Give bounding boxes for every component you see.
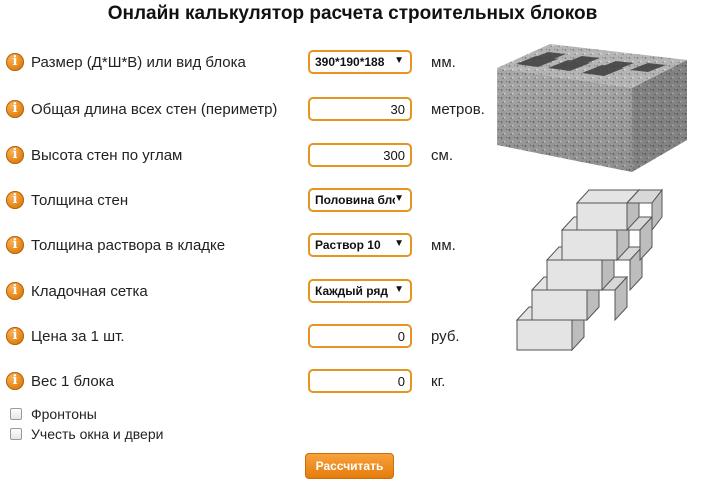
wall-thickness-label: Толщина стен xyxy=(31,192,129,209)
price-label: Цена за 1 шт. xyxy=(31,328,125,345)
block-size-value: 390*190*188 xyxy=(315,55,385,69)
windows-doors-checkbox[interactable] xyxy=(10,428,22,440)
gables-checkbox[interactable] xyxy=(10,408,22,420)
weight-field-box xyxy=(308,369,412,393)
block-size-select[interactable]: 390*190*188 ▼ xyxy=(308,50,412,74)
page-title: Онлайн калькулятор расчета строительных … xyxy=(107,3,598,24)
wall-height-field-box xyxy=(308,143,412,167)
block-size-label: Размер (Д*Ш*В) или вид блока xyxy=(31,54,246,71)
wall-height-unit: см. xyxy=(431,147,453,164)
chevron-down-icon: ▼ xyxy=(394,284,404,295)
weight-input[interactable] xyxy=(310,371,410,391)
info-icon[interactable]: i xyxy=(6,100,24,118)
weight-unit: кг. xyxy=(431,373,446,390)
row-price: i Цена за 1 шт. руб. xyxy=(6,324,506,352)
price-input[interactable] xyxy=(310,326,410,346)
mortar-thickness-unit: мм. xyxy=(431,237,456,254)
concrete-block-image xyxy=(497,44,687,172)
block-wall-image xyxy=(515,188,664,352)
mortar-thickness-label: Толщина раствора в кладке xyxy=(31,237,226,254)
wall-height-input[interactable] xyxy=(310,145,410,165)
price-field-box xyxy=(308,324,412,348)
windows-doors-option: Учесть окна и двери xyxy=(10,426,310,444)
masonry-mesh-value: Каждый ряд xyxy=(315,284,389,298)
row-block-size: i Размер (Д*Ш*В) или вид блока 390*190*1… xyxy=(6,50,506,78)
perimeter-unit: метров. xyxy=(431,101,485,118)
price-unit: руб. xyxy=(431,328,460,345)
chevron-down-icon: ▼ xyxy=(394,238,404,249)
wall-thickness-value: Половина блока xyxy=(315,193,395,207)
block-size-unit: мм. xyxy=(431,54,456,71)
row-wall-thickness: i Толщина стен Половина блока ▼ xyxy=(6,188,506,216)
gables-label[interactable]: Фронтоны xyxy=(31,406,97,422)
wall-thickness-select[interactable]: Половина блока ▼ xyxy=(308,188,412,212)
perimeter-field-box xyxy=(308,97,412,121)
info-icon[interactable]: i xyxy=(6,53,24,71)
perimeter-label: Общая длина всех стен (периметр) xyxy=(31,101,278,118)
mortar-thickness-value: Раствор 10 xyxy=(315,238,381,252)
row-weight: i Вес 1 блока кг. xyxy=(6,369,506,397)
info-icon[interactable]: i xyxy=(6,327,24,345)
row-perimeter: i Общая длина всех стен (периметр) метро… xyxy=(6,97,506,125)
row-masonry-mesh: i Кладочная сетка Каждый ряд ▼ xyxy=(6,279,506,307)
row-mortar-thickness: i Толщина раствора в кладке Раствор 10 ▼… xyxy=(6,233,506,261)
info-icon[interactable]: i xyxy=(6,236,24,254)
masonry-mesh-select[interactable]: Каждый ряд ▼ xyxy=(308,279,412,303)
gables-option: Фронтоны xyxy=(10,406,310,424)
weight-label: Вес 1 блока xyxy=(31,373,114,390)
info-icon[interactable]: i xyxy=(6,372,24,390)
mortar-thickness-select[interactable]: Раствор 10 ▼ xyxy=(308,233,412,257)
calculate-button[interactable]: Рассчитать xyxy=(305,453,394,479)
chevron-down-icon: ▼ xyxy=(394,193,404,204)
masonry-mesh-label: Кладочная сетка xyxy=(31,283,148,300)
row-wall-height: i Высота стен по углам см. xyxy=(6,143,506,171)
windows-doors-label[interactable]: Учесть окна и двери xyxy=(31,426,163,442)
perimeter-input[interactable] xyxy=(310,99,410,119)
info-icon[interactable]: i xyxy=(6,282,24,300)
info-icon[interactable]: i xyxy=(6,191,24,209)
chevron-down-icon: ▼ xyxy=(394,55,404,66)
info-icon[interactable]: i xyxy=(6,146,24,164)
wall-height-label: Высота стен по углам xyxy=(31,147,183,164)
